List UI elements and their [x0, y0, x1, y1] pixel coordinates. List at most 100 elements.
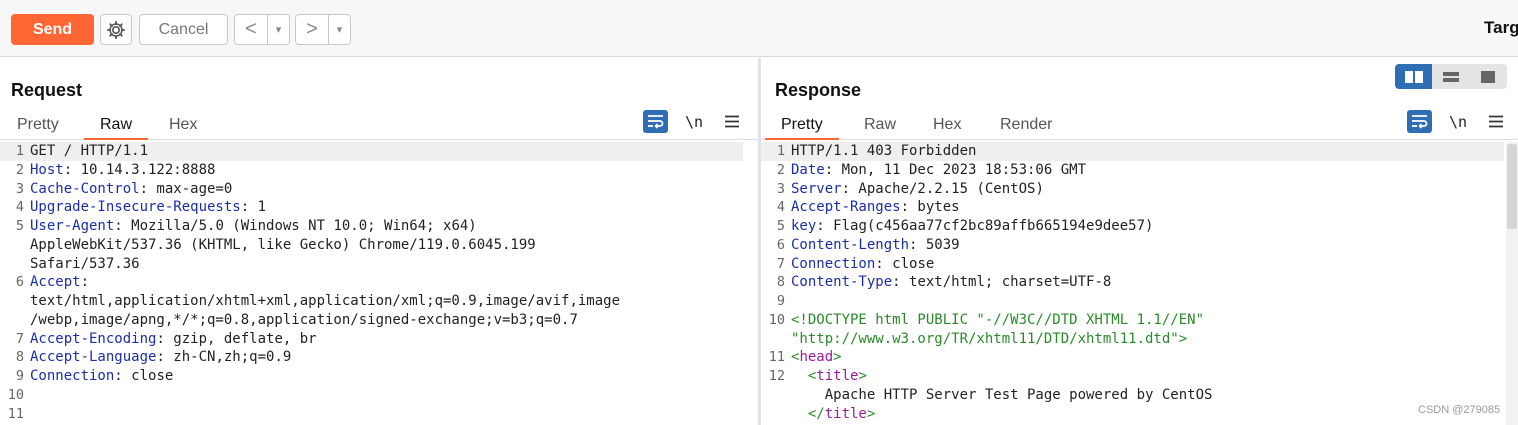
code-line: 4 Upgrade-Insecure-Requests: 1 [0, 198, 758, 217]
code-line: </title> [761, 405, 1518, 424]
response-scrollbar[interactable] [1506, 142, 1518, 425]
response-tab-raw[interactable]: Raw [848, 114, 912, 140]
layout-tabbed-button[interactable] [1469, 64, 1506, 89]
code-line: 3 Server: Apache/2.2.15 (CentOS) [761, 180, 1518, 199]
code-line: 7 Connection: close [761, 255, 1518, 274]
back-button[interactable]: < [235, 15, 268, 44]
code-text: "http://www.w3.org/TR/xhtml11/DTD/xhtml1… [789, 330, 1187, 349]
line-number [761, 330, 789, 349]
main-toolbar: Send Cancel < ▾ > ▾ Targ [0, 0, 1518, 57]
code-token: Cache-Control [30, 180, 140, 197]
settings-button[interactable] [100, 14, 132, 45]
line-number: 3 [15, 180, 24, 197]
code-line: 5 User-Agent: Mozilla/5.0 (Windows NT 10.… [0, 217, 758, 236]
code-token: "http://www.w3.org/TR/xhtml11/DTD/xhtml1… [791, 330, 1188, 347]
cancel-button[interactable]: Cancel [139, 14, 228, 45]
caret-down-icon: ▾ [275, 24, 282, 36]
newline-toggle-button[interactable]: \n [685, 113, 703, 131]
forward-history-dropdown[interactable]: ▾ [329, 15, 350, 44]
code-token: title [824, 405, 867, 422]
code-text: Cache-Control: max-age=0 [28, 180, 232, 199]
forward-button[interactable]: > [296, 15, 329, 44]
code-token: text/html,application/xhtml+xml,applicat… [30, 293, 621, 309]
code-token: Content-Length [791, 236, 910, 253]
line-number: 7 [776, 255, 785, 272]
wrap-lines-button[interactable] [643, 110, 668, 133]
code-text: Upgrade-Insecure-Requests: 1 [28, 198, 266, 217]
code-token: > [866, 405, 876, 422]
code-text: User-Agent: Mozilla/5.0 (Windows NT 10.0… [28, 217, 477, 236]
rows-icon [1442, 71, 1459, 82]
code-text: HTTP/1.1 403 Forbidden [789, 142, 976, 161]
code-line: 10 [0, 386, 758, 405]
line-number: 9 [776, 293, 785, 309]
line-number: 10 [768, 311, 785, 328]
code-line: 10 <!DOCTYPE html PUBLIC "-//W3C//DTD XHT… [761, 311, 1518, 330]
code-text: Connection: close [28, 367, 173, 386]
line-number: 2 [15, 161, 24, 178]
code-token: : text/html; charset=UTF-8 [892, 274, 1112, 291]
code-token: : zh-CN,zh;q=0.9 [156, 349, 292, 366]
request-pane: Request Pretty Raw Hex \n 1 GET / HTTP/1.… [0, 58, 758, 425]
code-line: /webp,image/apng,*/*;q=0.8,application/s… [0, 311, 758, 330]
line-number: 10 [7, 386, 24, 403]
line-number: 4 [15, 199, 24, 216]
code-text: Accept: [28, 273, 89, 292]
response-tab-hex[interactable]: Hex [917, 114, 977, 140]
code-line: 7 Accept-Encoding: gzip, deflate, br [0, 330, 758, 349]
newline-toggle-button[interactable]: \n [1449, 113, 1467, 131]
code-line: 6 Accept: [0, 273, 758, 292]
request-editor[interactable]: 1 GET / HTTP/1.1 2 Host: 10.14.3.122:8888 3 C… [0, 142, 758, 425]
send-button[interactable]: Send [11, 14, 94, 45]
layout-stacked-button[interactable] [1432, 64, 1469, 89]
request-tab-raw[interactable]: Raw [84, 114, 149, 140]
code-token: </ [791, 405, 825, 422]
code-token: <!DOCTYPE html PUBLIC "-//W3C//DTD XHTML… [791, 311, 1205, 328]
back-nav-group: < ▾ [234, 14, 290, 45]
back-history-dropdown[interactable]: ▾ [268, 15, 289, 44]
code-token: Accept-Ranges [791, 199, 901, 216]
line-number: 1 [15, 143, 24, 159]
menu-icon[interactable] [725, 115, 740, 128]
code-token: : [80, 274, 90, 291]
response-tab-pretty[interactable]: Pretty [765, 114, 839, 140]
request-view-tools: \n [643, 110, 740, 133]
code-text: /webp,image/apng,*/*;q=0.8,application/s… [28, 311, 578, 330]
response-tab-render[interactable]: Render [984, 114, 1068, 140]
chevron-left-icon: < [245, 18, 257, 40]
code-token: User-Agent [30, 218, 115, 234]
code-token: : Apache/2.2.15 (CentOS) [841, 180, 1044, 197]
code-text: </title> [789, 405, 875, 424]
code-token: : 10.14.3.122:8888 [63, 161, 216, 178]
request-title: Request [11, 80, 83, 100]
line-number: 8 [15, 349, 24, 366]
line-number: 2 [776, 161, 785, 178]
code-token: > [833, 349, 842, 366]
code-text: <title> [789, 367, 867, 386]
wrap-lines-button[interactable] [1407, 110, 1432, 133]
code-text: Date: Mon, 11 Dec 2023 18:53:06 GMT [789, 161, 1086, 180]
code-text: Accept-Language: zh-CN,zh;q=0.9 [28, 348, 291, 367]
code-line: 9 Connection: close [0, 367, 758, 386]
layout-switch [1395, 64, 1507, 89]
code-line: AppleWebKit/537.36 (KHTML, like Gecko) C… [0, 236, 758, 255]
wrap-lines-icon [1412, 115, 1428, 129]
menu-icon[interactable] [1489, 115, 1504, 128]
scrollbar-thumb[interactable] [1507, 144, 1517, 229]
forward-nav-group: > ▾ [295, 14, 351, 45]
code-line: 5 key: Flag(c456aa77cf2bc89affb665194e9de… [761, 217, 1518, 236]
code-token: Accept-Language [30, 349, 157, 366]
target-label[interactable]: Targ [1484, 18, 1518, 38]
caret-down-icon: ▾ [336, 24, 343, 36]
code-token: : 5039 [909, 236, 960, 253]
line-number: 8 [776, 274, 785, 291]
line-number: 12 [768, 368, 785, 384]
code-line: 2 Date: Mon, 11 Dec 2023 18:53:06 GMT [761, 161, 1518, 180]
code-token: Accept [30, 274, 81, 291]
request-tab-hex[interactable]: Hex [153, 114, 213, 140]
request-tab-pretty[interactable]: Pretty [1, 114, 75, 140]
layout-side-by-side-button[interactable] [1395, 64, 1432, 89]
response-editor[interactable]: 1 HTTP/1.1 403 Forbidden 2 Date: Mon, 11 De… [761, 142, 1518, 425]
code-token: : bytes [900, 199, 960, 216]
